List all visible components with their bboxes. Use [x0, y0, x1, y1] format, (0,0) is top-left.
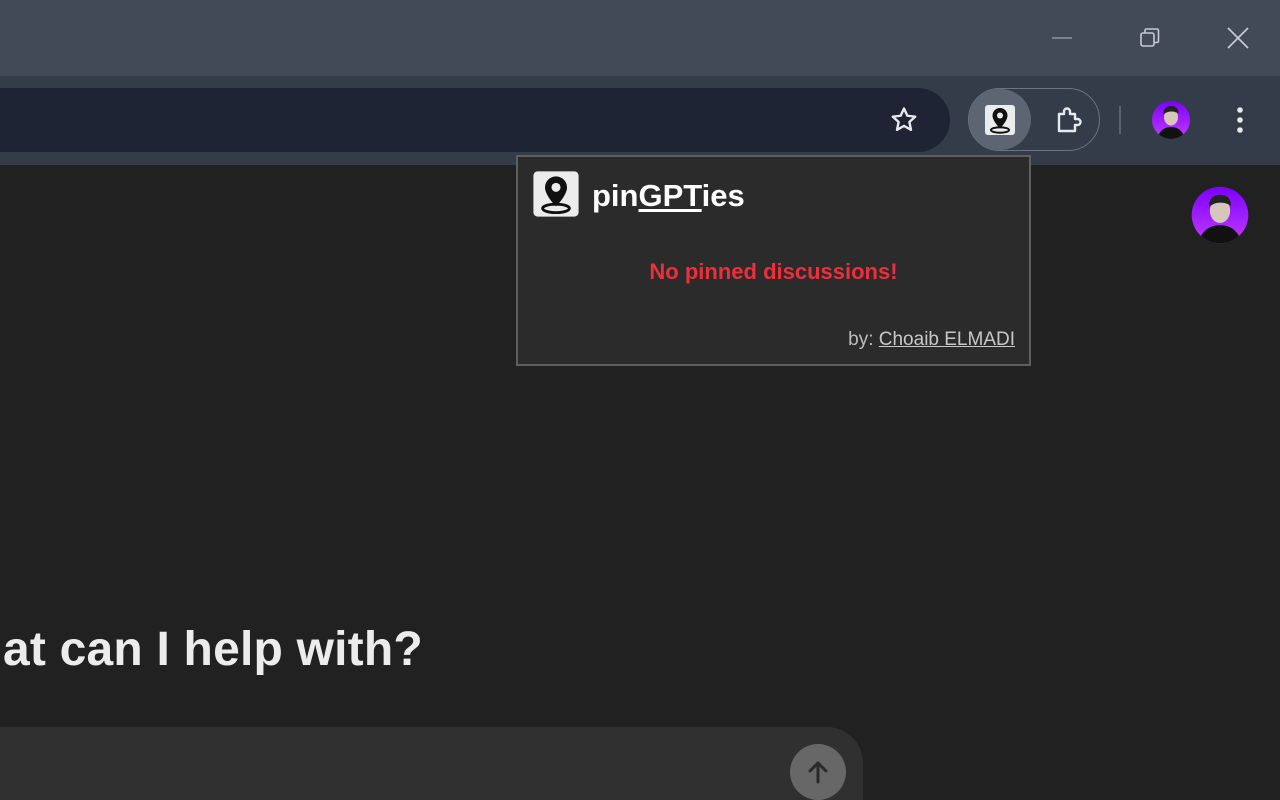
browser-menu-button[interactable] [1222, 100, 1258, 140]
star-icon [891, 107, 917, 132]
send-button[interactable] [790, 744, 846, 800]
pingpties-popup: pinGPTies No pinned discussions! by: Cho… [516, 155, 1031, 366]
page-heading: What can I help with? [0, 623, 423, 676]
empty-state-message: No pinned discussions! [649, 259, 898, 284]
address-bar[interactable] [0, 88, 950, 152]
popup-title: pinGPTies [592, 176, 745, 216]
credit-prefix: by: [848, 329, 874, 350]
toolbar-divider [1119, 106, 1121, 134]
browser-window: What can I help with? pinGPTies No pinne… [0, 0, 1280, 800]
restore-button[interactable] [1106, 0, 1194, 76]
map-pin-icon [985, 104, 1015, 135]
author-credit: by: Choaib ELMADI [848, 328, 1015, 352]
map-pin-icon [533, 171, 579, 217]
close-icon [1227, 27, 1249, 49]
popup-title-suffix: ies [701, 178, 745, 213]
extensions-menu-button[interactable] [1046, 98, 1090, 142]
popup-title-prefix: pin [592, 178, 639, 213]
account-avatar-button[interactable] [1191, 186, 1249, 244]
restore-icon [1140, 28, 1160, 47]
close-window-button[interactable] [1194, 0, 1280, 76]
avatar [1152, 101, 1190, 139]
bookmark-button[interactable] [884, 100, 924, 140]
author-link[interactable]: Choaib ELMADI [879, 329, 1015, 350]
profile-avatar-button[interactable] [1151, 100, 1191, 140]
minimize-button[interactable] [1018, 0, 1106, 76]
popup-title-underlined: GPT [638, 178, 702, 213]
pingpties-logo [532, 170, 580, 218]
avatar [1191, 186, 1249, 244]
kebab-menu-icon [1237, 107, 1243, 133]
minimize-icon [1052, 37, 1072, 39]
arrow-up-icon [808, 761, 828, 784]
message-composer[interactable] [0, 727, 863, 800]
pingpties-extension-button[interactable] [969, 89, 1031, 150]
puzzle-icon [1057, 107, 1082, 133]
